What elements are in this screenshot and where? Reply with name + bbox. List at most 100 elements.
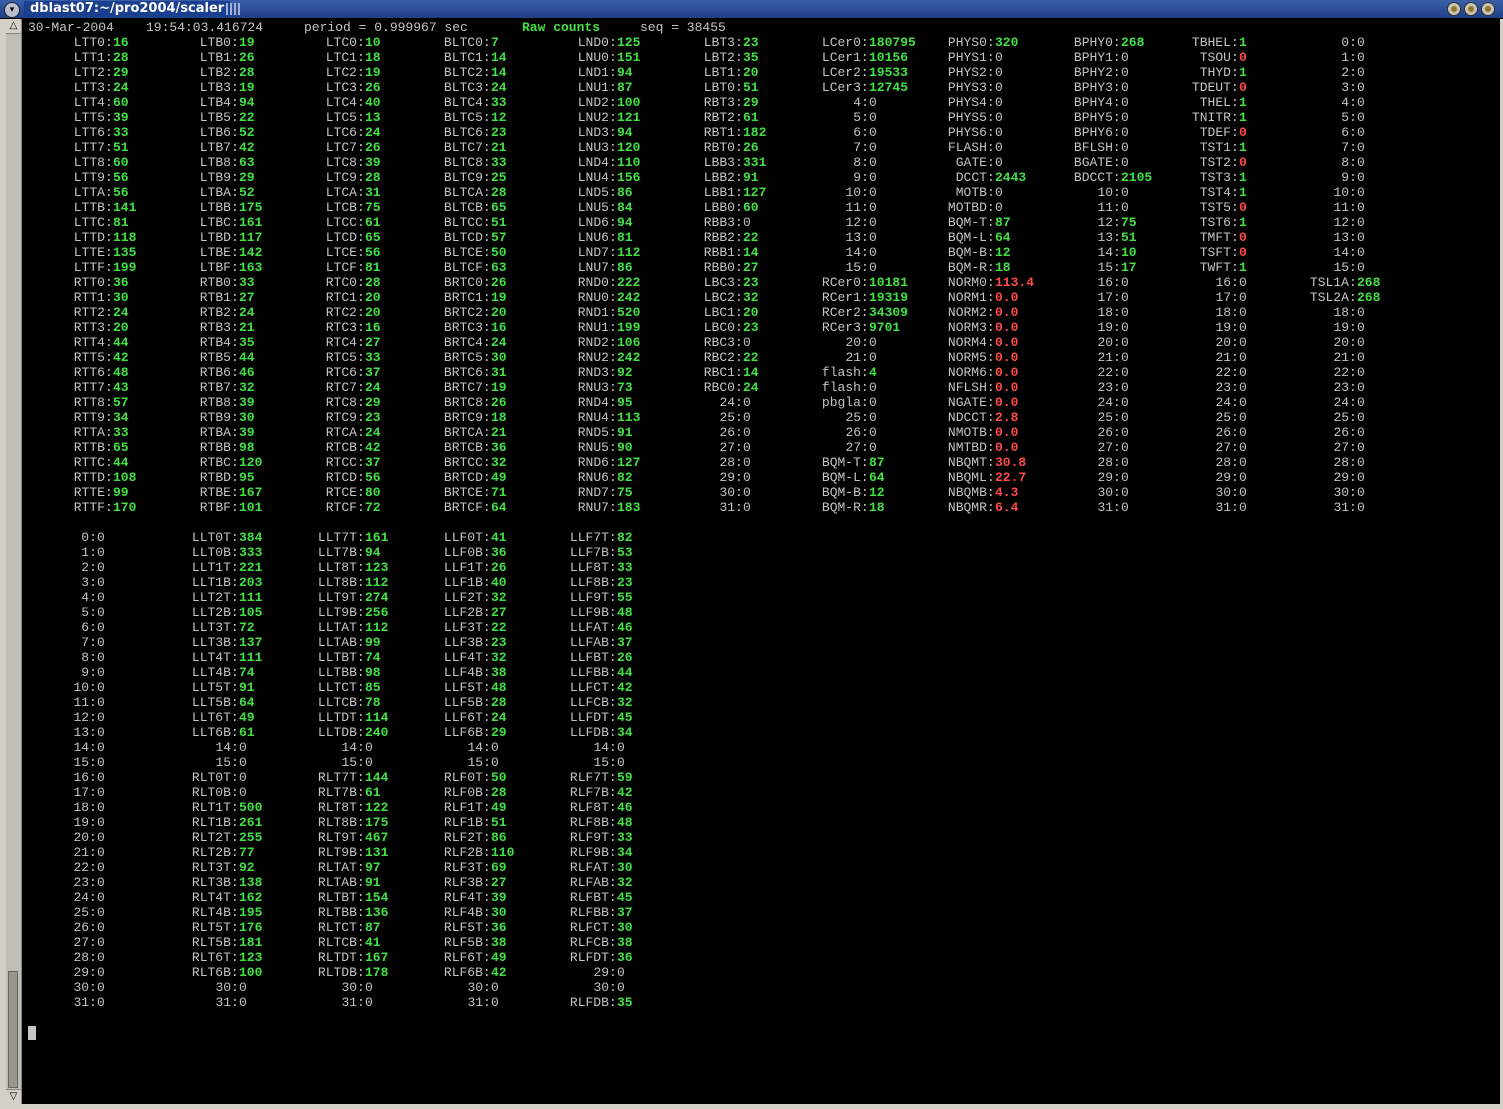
scaler-value: 23	[491, 635, 507, 650]
scaler-value: 0	[1121, 125, 1129, 140]
scaler-label: BRTC9:	[443, 410, 491, 425]
header-mode: Raw counts	[522, 20, 601, 35]
scaler-value: 0	[1121, 425, 1129, 440]
scaler-label: NORM5:	[947, 350, 995, 365]
scaler-label: 11:	[1333, 200, 1357, 215]
scaler-label: NBQMR:	[947, 500, 995, 515]
scaler-label: NMTBD:	[947, 440, 995, 455]
scaler-label: 29:	[1097, 470, 1121, 485]
scaler-label: RTT7:	[73, 380, 113, 395]
scaler-label: RLT8T:	[317, 800, 365, 815]
scaler-value: 39	[239, 395, 255, 410]
scaler-label: BDCCT:	[1073, 170, 1121, 185]
scaler-value: 0	[491, 995, 499, 1010]
scaler-value: 24	[365, 425, 381, 440]
scaler-value: 24	[239, 305, 255, 320]
scaler-value: 0	[869, 440, 877, 455]
scaler-label: 18:	[73, 800, 97, 815]
close-button[interactable]	[1481, 2, 1495, 16]
scaler-label: LTTA:	[73, 185, 113, 200]
window-menu-button[interactable]: ▾	[4, 2, 20, 18]
scaler-label: LBC1:	[703, 305, 743, 320]
scaler-label: RTT3:	[73, 320, 113, 335]
scaler-label: RLF4B:	[443, 905, 491, 920]
scaler-label: THEL:	[1199, 95, 1239, 110]
scaler-label: RTCF:	[325, 500, 365, 515]
scaler-label: LCer2:	[821, 65, 869, 80]
scaler-label: LLFBT:	[569, 650, 617, 665]
scaler-label: LTBF:	[199, 260, 239, 275]
scaler-label: 12:	[845, 215, 869, 230]
scaler-value: 41	[491, 530, 507, 545]
scaler-value: 44	[617, 665, 633, 680]
scaler-label: BPHY6:	[1073, 125, 1121, 140]
vertical-scrollbar[interactable]: △ ▽	[6, 19, 22, 1104]
scaler-value: 156	[617, 170, 641, 185]
scaler-value: 0	[97, 875, 105, 890]
scaler-value: 167	[239, 485, 263, 500]
scaler-label: TDEF:	[1199, 125, 1239, 140]
scaler-value: 20	[491, 305, 507, 320]
terminal-output[interactable]: 30-Mar-2004 19:54:03.416724 period = 0.9…	[22, 19, 1500, 1104]
scaler-value: 0	[1357, 155, 1365, 170]
scaler-label: LNU5:	[577, 200, 617, 215]
scaler-label: 24:	[73, 890, 97, 905]
scaler-label: BPHY2:	[1073, 65, 1121, 80]
scaler-value: 21	[491, 140, 507, 155]
scaler-value: 10156	[869, 50, 909, 65]
scaler-value: 92	[239, 860, 255, 875]
scaler-label: 11:	[1097, 200, 1121, 215]
scaler-value: 0	[97, 935, 105, 950]
scaler-label: BLTCF:	[443, 260, 491, 275]
scaler-label: 10:	[1333, 185, 1357, 200]
scaler-value: 56	[365, 245, 381, 260]
scroll-up-arrow-icon[interactable]: △	[6, 19, 21, 34]
scroll-down-arrow-icon[interactable]: ▽	[6, 1089, 21, 1104]
maximize-button[interactable]	[1464, 2, 1478, 16]
scrollbar-thumb[interactable]	[8, 971, 18, 1088]
terminal-window: ▾ dblast07:~/pro2004/scaler △ ▽ 30-Mar-2…	[0, 0, 1503, 1109]
scaler-value: 121	[617, 110, 641, 125]
scaler-label: 30:	[1333, 485, 1357, 500]
scaler-label: LNU4:	[577, 170, 617, 185]
scaler-label: 30:	[73, 980, 97, 995]
scaler-label: LTC3:	[325, 80, 365, 95]
scaler-label: 27:	[1333, 440, 1357, 455]
scaler-value: 32	[743, 290, 759, 305]
scaler-label: RLTDT:	[317, 950, 365, 965]
scaler-value: 80	[365, 485, 381, 500]
scaler-value: 27	[491, 605, 507, 620]
scaler-label: LBT1:	[703, 65, 743, 80]
scaler-value: 44	[239, 350, 255, 365]
scaler-label: LLFCT:	[569, 680, 617, 695]
scaler-label: LLF0T:	[443, 530, 491, 545]
scaler-value: 118	[113, 230, 137, 245]
scaler-value: 520	[617, 305, 641, 320]
scaler-value: 63	[239, 155, 255, 170]
scaler-label: 14:	[1333, 245, 1357, 260]
scaler-value: 16	[491, 320, 507, 335]
scaler-label: 26:	[1097, 425, 1121, 440]
scaler-label: flash:	[821, 380, 869, 395]
scaler-value: 0	[1357, 305, 1365, 320]
scaler-label: NORM2:	[947, 305, 995, 320]
scaler-label: LTT3:	[73, 80, 113, 95]
title-bar[interactable]: ▾ dblast07:~/pro2004/scaler	[0, 0, 1503, 19]
scaler-value: 135	[113, 245, 137, 260]
scaler-label: RBT2:	[703, 110, 743, 125]
minimize-button[interactable]	[1447, 2, 1461, 16]
scaler-label: 18:	[1333, 305, 1357, 320]
scaler-value: 91	[743, 170, 759, 185]
scaler-label: 22:	[73, 860, 97, 875]
scaler-label: NBQMB:	[947, 485, 995, 500]
scaler-label: RND0:	[577, 275, 617, 290]
scaler-value: 25	[491, 170, 507, 185]
scaler-label: LLT3B:	[191, 635, 239, 650]
scaler-value: 0	[1357, 440, 1365, 455]
scaler-label: BQM-R:	[947, 260, 995, 275]
scaler-label: RTB7:	[199, 380, 239, 395]
scaler-value: 111	[239, 650, 263, 665]
scaler-label: BQM-L:	[947, 230, 995, 245]
scaler-label: BPHY0:	[1073, 35, 1121, 50]
scaler-value: 178	[365, 965, 389, 980]
